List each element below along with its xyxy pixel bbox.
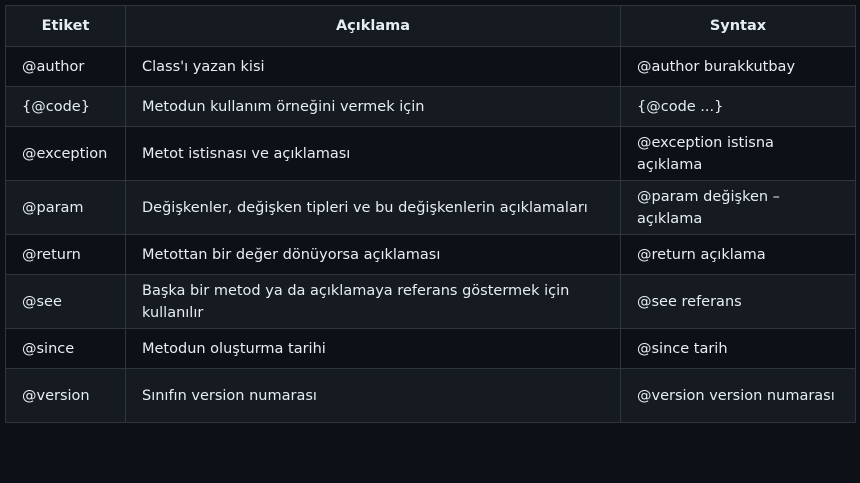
table-row: @return Metottan bir değer dönüyorsa açı… (5, 234, 856, 275)
cell-syntax: @version version numarası (620, 368, 856, 423)
table-row: @author Class'ı yazan kisi @author burak… (5, 46, 856, 87)
cell-description: Metottan bir değer dönüyorsa açıklaması (125, 234, 621, 275)
table-row: @exception Metot istisnası ve açıklaması… (5, 126, 856, 181)
table-row: @param Değişkenler, değişken tipleri ve … (5, 180, 856, 235)
javadoc-tags-table-container: Etiket Açıklama Syntax @author Class'ı y… (5, 5, 856, 478)
cell-tag: @return (5, 234, 126, 275)
table-header-row: Etiket Açıklama Syntax (5, 5, 856, 47)
table-row: {@code} Metodun kullanım örneğini vermek… (5, 86, 856, 127)
header-aciklama: Açıklama (125, 5, 621, 47)
header-syntax: Syntax (620, 5, 856, 47)
cell-tag: @see (5, 274, 126, 329)
cell-syntax: @since tarih (620, 328, 856, 369)
cell-tag: @version (5, 368, 126, 423)
cell-tag: @author (5, 46, 126, 87)
cell-syntax: @return açıklama (620, 234, 856, 275)
cell-description: Metodun kullanım örneğini vermek için (125, 86, 621, 127)
cell-description: Değişkenler, değişken tipleri ve bu deği… (125, 180, 621, 235)
cell-description: Metot istisnası ve açıklaması (125, 126, 621, 181)
cell-tag: @since (5, 328, 126, 369)
cell-description: Başka bir metod ya da açıklamaya referan… (125, 274, 621, 329)
cell-syntax: @exception istisna açıklama (620, 126, 856, 181)
table-row: @see Başka bir metod ya da açıklamaya re… (5, 274, 856, 329)
cell-tag: @param (5, 180, 126, 235)
cell-syntax: @see referans (620, 274, 856, 329)
cell-description: Sınıfın version numarası (125, 368, 621, 423)
cell-syntax: @param değişken – açıklama (620, 180, 856, 235)
cell-tag: {@code} (5, 86, 126, 127)
cell-tag: @exception (5, 126, 126, 181)
header-etiket: Etiket (5, 5, 126, 47)
cell-syntax: @author burakkutbay (620, 46, 856, 87)
table-row: @since Metodun oluşturma tarihi @since t… (5, 328, 856, 369)
cell-description: Class'ı yazan kisi (125, 46, 621, 87)
cell-description: Metodun oluşturma tarihi (125, 328, 621, 369)
table-row: @version Sınıfın version numarası @versi… (5, 368, 856, 423)
cell-syntax: {@code ...} (620, 86, 856, 127)
javadoc-tags-table: Etiket Açıklama Syntax @author Class'ı y… (5, 5, 856, 423)
